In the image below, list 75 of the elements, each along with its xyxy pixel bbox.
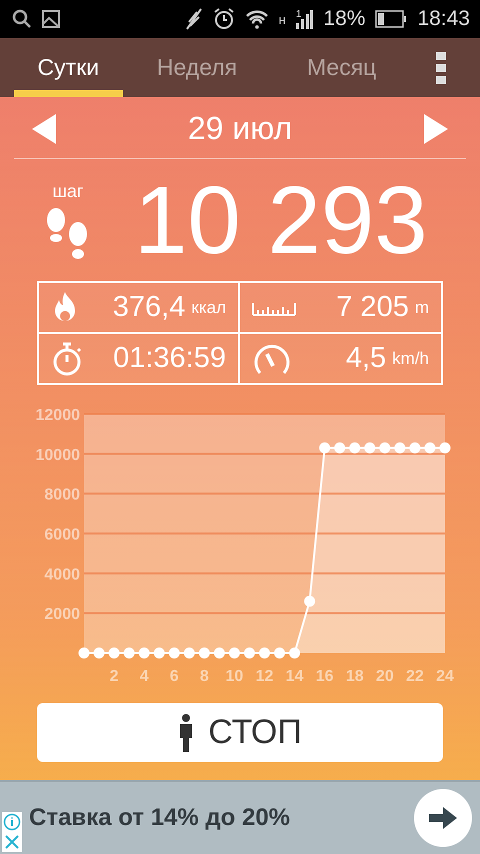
- x-axis-label: 2: [110, 668, 119, 685]
- data-point: [334, 442, 346, 454]
- data-point: [289, 648, 300, 658]
- data-point: [349, 442, 360, 454]
- x-axis-label: 10: [226, 668, 244, 685]
- data-point: [244, 648, 255, 658]
- stat-unit: m: [414, 298, 429, 318]
- data-point: [228, 648, 240, 658]
- data-point: [424, 442, 436, 454]
- step-count: 10 293: [134, 173, 428, 269]
- data-point: [319, 442, 330, 454]
- sim-number: 1: [296, 9, 302, 20]
- x-axis-label: 22: [406, 668, 424, 685]
- x-axis-label: 6: [170, 668, 179, 685]
- tab[interactable]: Месяц: [287, 38, 396, 97]
- data-point: [108, 648, 120, 658]
- previous-button[interactable]: [32, 114, 56, 144]
- wifi-icon: [244, 9, 269, 29]
- y-axis-label: 2000: [44, 606, 80, 624]
- tab[interactable]: Неделя: [142, 38, 252, 97]
- data-point: [259, 648, 270, 658]
- search-icon: [12, 9, 32, 29]
- stat-value: 4,5: [346, 342, 386, 375]
- signal-icon: [295, 9, 314, 29]
- y-axis-label: 8000: [44, 486, 80, 504]
- battery-icon: [375, 10, 408, 28]
- y-axis-label: 12000: [36, 407, 80, 424]
- muted-vibration-icon: [184, 8, 203, 30]
- data-point: [214, 648, 225, 658]
- arrow-icon: [429, 807, 457, 829]
- data-point: [304, 596, 316, 607]
- person-icon: [178, 714, 194, 752]
- data-point: [274, 648, 286, 658]
- data-point: [198, 648, 210, 658]
- next-button[interactable]: [424, 114, 448, 144]
- x-axis-label: 14: [286, 668, 304, 685]
- date: 29 июл: [188, 110, 292, 147]
- stat-value: 376,4: [112, 291, 186, 324]
- network-type: н: [278, 12, 286, 26]
- data-point: [124, 648, 135, 658]
- steps-label: шаг: [52, 180, 84, 202]
- stop-button[interactable]: СТОП: [37, 703, 443, 762]
- x-axis-label: 24: [436, 668, 454, 685]
- data-point: [168, 648, 180, 658]
- close-icon[interactable]: [3, 833, 21, 851]
- stat-unit: km/h: [392, 348, 429, 368]
- x-axis-label: 16: [316, 668, 334, 685]
- x-axis-label: 8: [200, 668, 209, 685]
- ad-text: Ставка от 14% до 20%: [29, 804, 290, 832]
- stat-value: 01:36:59: [113, 342, 226, 375]
- x-axis-label: 18: [346, 668, 364, 685]
- stopwatch-icon: [51, 340, 83, 376]
- data-point: [138, 648, 150, 658]
- data-point: [440, 442, 450, 454]
- data-point: [94, 648, 105, 658]
- data-point: [409, 442, 420, 454]
- y-axis-label: 6000: [44, 526, 80, 544]
- data-point: [78, 648, 90, 658]
- data-point: [154, 648, 165, 658]
- y-axis-label: 10000: [36, 446, 80, 464]
- data-point: [364, 442, 376, 454]
- info-icon[interactable]: [3, 813, 21, 831]
- x-axis-label: 4: [140, 668, 149, 685]
- data-point: [184, 648, 195, 658]
- y-axis-label: 4000: [44, 566, 80, 584]
- x-axis-label: 12: [256, 668, 274, 685]
- data-point: [394, 442, 406, 454]
- data-point: [379, 442, 390, 454]
- alarm-icon: [212, 8, 235, 30]
- image-icon: [42, 10, 60, 28]
- x-axis-label: 20: [376, 668, 394, 685]
- stat-value: 7 205: [336, 291, 409, 324]
- clock: 18:43: [417, 7, 470, 31]
- stat-unit: ккал: [191, 298, 226, 318]
- battery-percent: 18%: [323, 7, 366, 31]
